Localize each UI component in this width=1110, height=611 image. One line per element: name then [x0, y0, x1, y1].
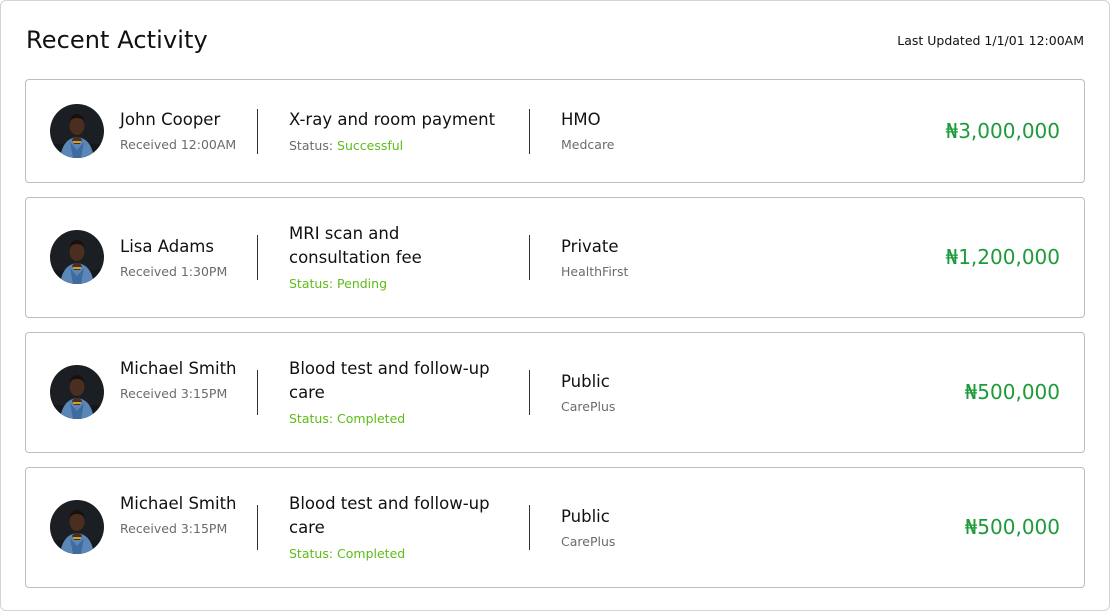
user-photo-icon [50, 500, 104, 554]
plan-type: Public [561, 372, 610, 391]
description-text: Blood test and follow-up care [289, 359, 490, 402]
plan-provider: HealthFirst [561, 264, 629, 279]
description-text: MRI scan and consultation fee [289, 224, 422, 267]
column-divider [257, 109, 258, 154]
page-title: Recent Activity [26, 26, 208, 54]
person-info: Michael Smith Received 3:15PM [120, 492, 245, 538]
avatar [50, 500, 104, 554]
column-divider [257, 370, 258, 415]
received-time: Received 3:15PM [120, 521, 228, 536]
person-info: Michael Smith Received 3:15PM [120, 357, 245, 403]
column-divider [529, 109, 530, 154]
user-photo-icon [50, 104, 104, 158]
avatar [50, 104, 104, 158]
status-label: Status: [289, 411, 334, 426]
status-label: Status: [289, 138, 334, 153]
person-info: Lisa Adams Received 1:30PM [120, 235, 245, 281]
received-time: Received 1:30PM [120, 264, 228, 279]
payment-description: MRI scan and consultation fee Status: Pe… [289, 222, 504, 293]
plan-provider: CarePlus [561, 534, 616, 549]
recent-activity-panel: Recent Activity Last Updated 1/1/01 12:0… [0, 0, 1110, 611]
received-time: Received 12:00AM [120, 137, 237, 152]
activity-card[interactable]: Michael Smith Received 3:15PM Blood test… [25, 467, 1085, 588]
activity-card[interactable]: Lisa Adams Received 1:30PM MRI scan and … [25, 197, 1085, 318]
person-name: Lisa Adams [120, 237, 214, 256]
plan-info: Public CarePlus [561, 370, 761, 416]
user-photo-icon [50, 230, 104, 284]
avatar [50, 230, 104, 284]
user-photo-icon [50, 365, 104, 419]
status-line: Status: Completed [289, 410, 504, 428]
payment-amount: ₦1,200,000 [945, 245, 1060, 269]
status-value: Completed [337, 411, 406, 426]
received-time: Received 3:15PM [120, 386, 228, 401]
status-value: Pending [337, 276, 388, 291]
plan-info: Public CarePlus [561, 505, 761, 551]
column-divider [529, 370, 530, 415]
plan-info: Private HealthFirst [561, 235, 761, 281]
avatar [50, 365, 104, 419]
person-name: Michael Smith [120, 359, 237, 378]
payment-description: Blood test and follow-up care Status: Co… [289, 357, 504, 428]
person-name: John Cooper [120, 110, 221, 129]
column-divider [257, 235, 258, 280]
column-divider [529, 505, 530, 550]
status-label: Status: [289, 276, 334, 291]
activity-card[interactable]: John Cooper Received 12:00AM X-ray and r… [25, 79, 1085, 183]
activity-card[interactable]: Michael Smith Received 3:15PM Blood test… [25, 332, 1085, 453]
payment-amount: ₦500,000 [964, 380, 1060, 404]
payment-description: X-ray and room payment Status: Successfu… [289, 108, 504, 155]
last-updated-timestamp: Last Updated 1/1/01 12:00AM [897, 33, 1084, 48]
status-label: Status: [289, 546, 334, 561]
description-text: Blood test and follow-up care [289, 494, 490, 537]
person-info: John Cooper Received 12:00AM [120, 108, 245, 154]
payment-description: Blood test and follow-up care Status: Co… [289, 492, 504, 563]
column-divider [257, 505, 258, 550]
description-text: X-ray and room payment [289, 110, 496, 129]
status-line: Status: Pending [289, 275, 504, 293]
status-line: Status: Completed [289, 545, 504, 563]
payment-amount: ₦500,000 [964, 515, 1060, 539]
plan-type: Private [561, 237, 619, 256]
column-divider [529, 235, 530, 280]
status-line: Status: Successful [289, 137, 504, 155]
status-value: Completed [337, 546, 406, 561]
plan-type: Public [561, 507, 610, 526]
payment-amount: ₦3,000,000 [945, 119, 1060, 143]
plan-provider: Medcare [561, 137, 615, 152]
plan-type: HMO [561, 110, 601, 129]
plan-info: HMO Medcare [561, 108, 761, 154]
plan-provider: CarePlus [561, 399, 616, 414]
status-value: Successful [337, 138, 404, 153]
person-name: Michael Smith [120, 494, 237, 513]
